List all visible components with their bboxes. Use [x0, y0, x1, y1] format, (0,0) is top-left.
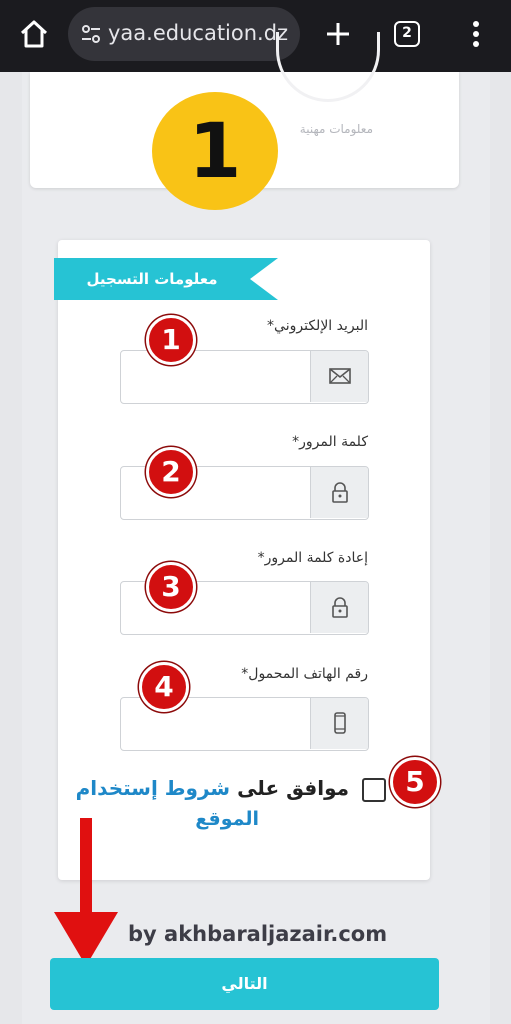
more-options-icon[interactable]	[466, 18, 486, 50]
step-circle	[276, 32, 380, 102]
confirm-password-addon	[310, 582, 368, 633]
step-badge-5: 5	[390, 757, 440, 807]
url-text: yaa.education.dz	[108, 21, 289, 45]
email-input[interactable]	[121, 351, 311, 402]
step-badge-3: 3	[146, 562, 196, 612]
browser-toolbar: yaa.education.dz 2	[0, 0, 511, 72]
home-icon[interactable]	[18, 18, 50, 50]
address-bar[interactable]: yaa.education.dz	[68, 7, 300, 61]
password-addon	[310, 467, 368, 518]
step-badge-1: 1	[146, 315, 196, 365]
watermark: by akhbaraljazair.com	[128, 922, 388, 946]
phone-icon	[334, 712, 346, 734]
step-badge-2: 2	[146, 447, 196, 497]
terms-link-continued[interactable]: الموقع	[195, 808, 259, 830]
page-gutter-left	[0, 72, 22, 1024]
terms-line: موافق على شروط إستخدام	[76, 776, 349, 800]
lock-icon	[332, 597, 348, 618]
email-addon	[310, 351, 368, 402]
section-title: معلومات التسجيل	[86, 270, 218, 288]
lock-icon	[332, 482, 348, 503]
envelope-icon	[329, 368, 351, 384]
password-label: كلمة المرور*	[292, 434, 368, 450]
site-settings-icon[interactable]	[80, 23, 102, 45]
terms-agree-text: موافق على	[237, 776, 349, 800]
email-label: البريد الإلكتروني*	[267, 318, 368, 334]
confirm-password-label: إعادة كلمة المرور*	[257, 550, 368, 566]
tab-switcher-button[interactable]: 2	[394, 21, 420, 47]
phone-addon	[310, 698, 368, 749]
next-button[interactable]: التالي	[50, 958, 439, 1010]
terms-checkbox[interactable]	[362, 778, 386, 802]
phone-label: رقم الهاتف المحمول*	[241, 666, 368, 682]
page-gutter-right	[490, 72, 511, 1024]
professional-info-label: معلومات مهنية	[299, 122, 373, 136]
terms-link[interactable]: شروط إستخدام	[76, 776, 230, 800]
down-arrow-annotation	[54, 818, 118, 966]
step-badge-4: 4	[139, 662, 189, 712]
step-number-badge: 1	[152, 92, 278, 210]
step-number: 1	[188, 106, 242, 195]
